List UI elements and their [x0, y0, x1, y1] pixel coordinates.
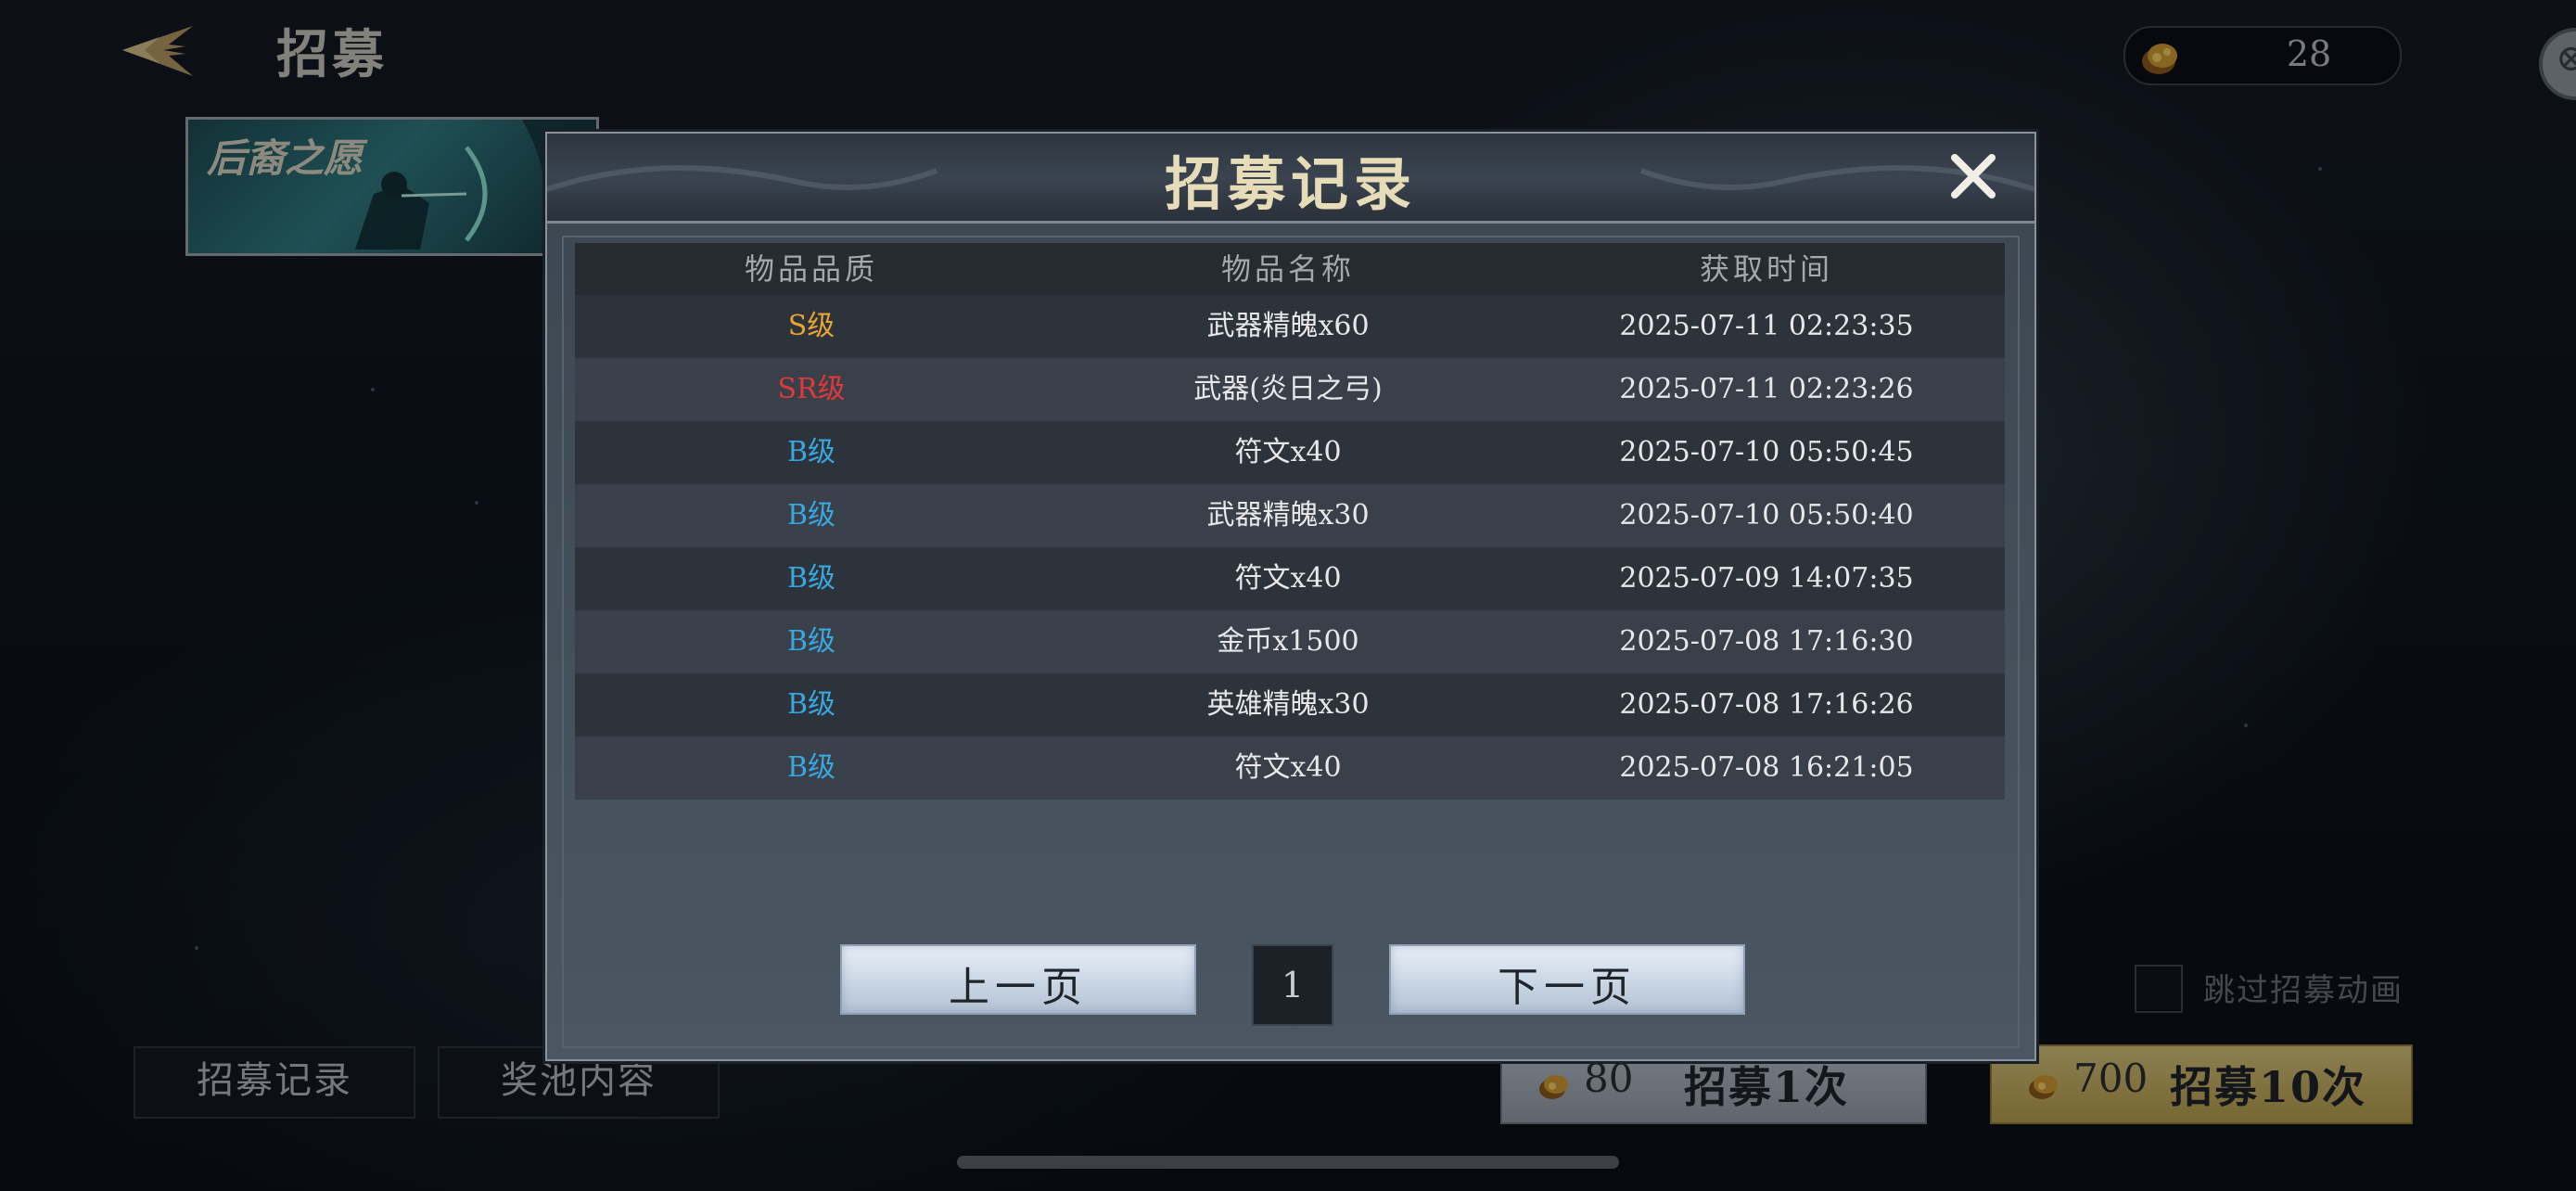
recruit-records-dialog: 招募记录 物品品质 物品名称 获取时间 S级 武器精魄x60 2025-07-11 …: [545, 132, 2036, 1061]
game-screen: 招募 28 ⊗ 后裔之愿 招募记录 奖池内容 跳过招募动画 80 招募1次 70…: [0, 0, 2576, 1191]
dialog-title: 招募记录: [1164, 150, 1417, 218]
row-item-name: 武器精魄x30: [1206, 499, 1370, 531]
column-header-item-name: 物品名称: [1220, 251, 1355, 287]
table-row: B级 符文x40 2025-07-10 05:50:45: [575, 421, 2005, 484]
row-item-name: 英雄精魄x30: [1206, 688, 1370, 721]
dialog-close-button[interactable]: [1944, 147, 2003, 206]
row-item-name: 武器(炎日之弓): [1193, 373, 1383, 405]
table-row: B级 符文x40 2025-07-09 14:07:35: [575, 547, 2005, 610]
row-quality: B级: [786, 562, 836, 595]
table-row: S级 武器精魄x60 2025-07-11 02:23:35: [575, 295, 2005, 358]
prev-page-label: 上一页: [949, 964, 1088, 1011]
row-quality: B级: [786, 751, 836, 784]
table-row: B级 武器精魄x30 2025-07-10 05:50:40: [575, 484, 2005, 547]
row-item-name: 符文x40: [1234, 751, 1342, 784]
next-page-button[interactable]: 下一页: [1389, 944, 1745, 1015]
row-time: 2025-07-09 14:07:35: [1619, 562, 1914, 595]
row-quality: B级: [786, 688, 836, 721]
page-number: 1: [1252, 944, 1333, 1026]
row-item-name: 符文x40: [1234, 562, 1342, 595]
row-time: 2025-07-08 16:21:05: [1619, 751, 1914, 784]
column-header-time: 获取时间: [1699, 251, 1833, 287]
row-quality: B级: [786, 625, 836, 658]
row-time: 2025-07-11 02:23:26: [1619, 373, 1914, 405]
row-quality: SR级: [777, 373, 846, 405]
dialog-header: 招募记录: [547, 134, 2034, 224]
row-quality: B级: [786, 499, 836, 531]
row-time: 2025-07-11 02:23:35: [1619, 310, 1914, 342]
table-row: SR级 武器(炎日之弓) 2025-07-11 02:23:26: [575, 358, 2005, 421]
row-time: 2025-07-08 17:16:26: [1619, 688, 1914, 721]
row-time: 2025-07-08 17:16:30: [1619, 625, 1914, 658]
row-quality: S级: [787, 310, 835, 342]
row-time: 2025-07-10 05:50:40: [1619, 499, 1914, 531]
row-item-name: 武器精魄x60: [1206, 310, 1370, 342]
next-page-label: 下一页: [1498, 964, 1637, 1011]
records-table: 物品品质 物品名称 获取时间 S级 武器精魄x60 2025-07-11 02:23…: [575, 243, 2005, 800]
column-header-quality: 物品品质: [744, 251, 878, 287]
row-time: 2025-07-10 05:50:45: [1619, 436, 1914, 468]
table-body: S级 武器精魄x60 2025-07-11 02:23:35 SR级 武器(炎日之弓) 2…: [575, 295, 2005, 800]
table-row: B级 符文x40 2025-07-08 16:21:05: [575, 736, 2005, 800]
row-item-name: 符文x40: [1234, 436, 1342, 468]
close-icon: [1951, 154, 1996, 198]
row-item-name: 金币x1500: [1217, 625, 1359, 658]
row-quality: B级: [786, 436, 836, 468]
prev-page-button[interactable]: 上一页: [840, 944, 1196, 1015]
table-row: B级 金币x1500 2025-07-08 17:16:30: [575, 610, 2005, 673]
table-row: B级 英雄精魄x30 2025-07-08 17:16:26: [575, 673, 2005, 736]
table-header: 物品品质 物品名称 获取时间: [575, 243, 2005, 295]
